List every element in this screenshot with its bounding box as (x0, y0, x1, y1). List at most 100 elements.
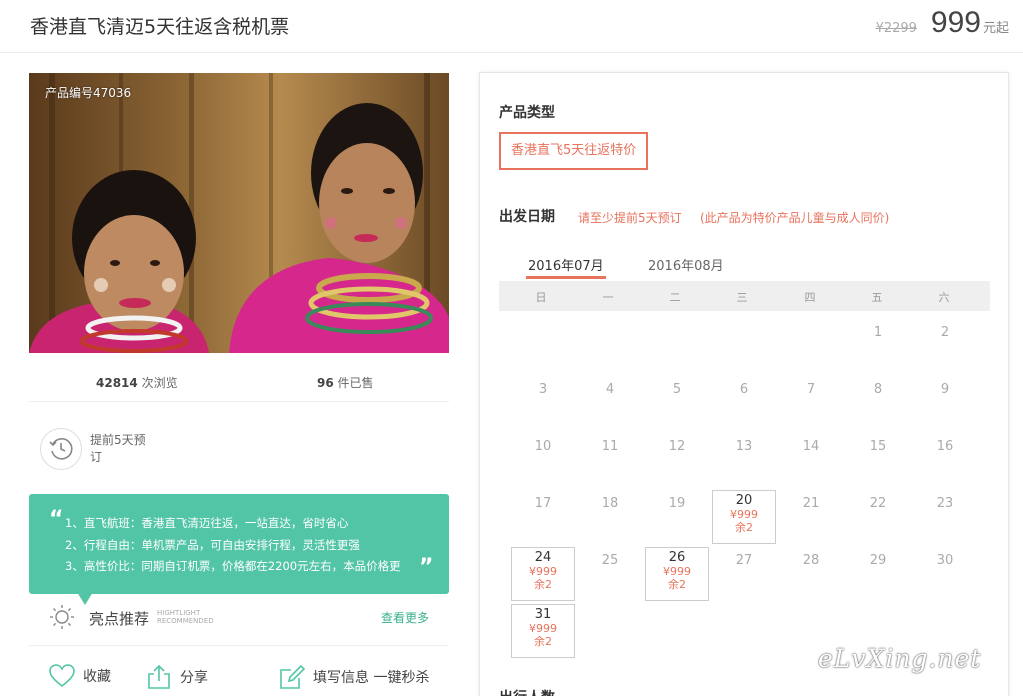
product-stats: 42814 次浏览 96 件已售 (29, 366, 449, 402)
recommend-title: 亮点推荐 (89, 610, 150, 628)
recommend-en-line1: HIGHTLIGHT (157, 609, 201, 617)
share-button[interactable]: 分享 (146, 664, 208, 690)
price-block: ¥2299 999 元起 (876, 6, 1009, 40)
calendar-day: 27 (712, 547, 776, 601)
day-number: 10 (534, 439, 552, 454)
share-icon (148, 664, 170, 689)
product-type-option-selected[interactable]: 香港直飞5天往返特价 (499, 132, 649, 170)
calendar-day: 18 (578, 490, 642, 544)
day-number: 7 (806, 382, 816, 397)
calendar-day-available[interactable]: 31 ¥999 余2 (511, 604, 575, 658)
recommend-en-label: HIGHTLIGHT RECOMMENDED (157, 609, 214, 625)
favorite-label: 收藏 (83, 669, 111, 685)
date-tip-price: (此产品为特价产品儿童与成人同价) (700, 211, 890, 225)
day-number: 6 (739, 382, 749, 397)
tab-month-july[interactable]: 2016年07月 (528, 255, 604, 274)
sold-count-value: 96 (317, 376, 334, 390)
calendar-day: 17 (511, 490, 575, 544)
view-more-link[interactable]: 查看更多 (381, 609, 429, 626)
day-number: 21 (802, 496, 820, 511)
calendar-day: 21 (779, 490, 843, 544)
book-now-label: 填写信息 一键秒杀 (313, 670, 430, 686)
calendar-day: 4 (578, 376, 642, 430)
day-number: 18 (601, 496, 619, 511)
booking-panel: 产品类型 香港直飞5天往返特价 出发日期 请至少提前5天预订 (此产品为特价产品… (479, 72, 1009, 696)
calendar-day-available[interactable]: 26 ¥999 余2 (645, 547, 709, 601)
calendar-day: 12 (645, 433, 709, 487)
sold-count: 96 件已售 (317, 374, 374, 391)
day-price: ¥999 (663, 565, 691, 578)
day-number: 28 (802, 553, 820, 568)
tab-month-august[interactable]: 2016年08月 (648, 255, 724, 274)
original-price: ¥2299 (875, 21, 917, 36)
day-number: 16 (936, 439, 954, 454)
calendar-day: 10 (511, 433, 575, 487)
calendar-day-available[interactable]: 24 ¥999 余2 (511, 547, 575, 601)
weekday-label: 二 (669, 291, 681, 304)
heart-icon (49, 664, 75, 688)
day-number: 23 (936, 496, 954, 511)
clock-history-icon (40, 428, 82, 470)
edit-form-icon (280, 664, 305, 689)
day-number: 13 (735, 439, 753, 454)
calendar-day: 28 (779, 547, 843, 601)
calendar-day: 11 (578, 433, 642, 487)
highlight-line-2: 2、行程自由：单机票产品，可自由安排行程，灵活性更强 (65, 538, 360, 552)
calendar-day: 14 (779, 433, 843, 487)
highlights-box: “ 1、直飞航班：香港直飞清迈往返，一站直达，省时省心 2、行程自由：单机票产品… (29, 494, 449, 605)
active-month-indicator (526, 276, 606, 279)
day-number: 1 (873, 325, 883, 340)
travelers-label: 出行人数 (499, 687, 555, 696)
calendar-day: 25 (578, 547, 642, 601)
calendar-day: 13 (712, 433, 776, 487)
highlight-line-1: 1、直飞航班：香港直飞清迈往返，一站直达，省时省心 (65, 516, 349, 530)
day-number: 5 (672, 382, 682, 397)
calendar-day: 23 (913, 490, 977, 544)
weekday-label: 五 (871, 291, 883, 304)
highlight-line-3: 3、高性价比：同期自订机票，价格都在2200元左右，本品价格更 (65, 559, 401, 573)
photo-illustration (29, 73, 449, 353)
day-number: 12 (668, 439, 686, 454)
day-remaining: 余2 (534, 635, 552, 648)
day-number: 24 (534, 550, 552, 565)
weekday-label: 三 (736, 291, 748, 304)
calendar-day-available[interactable]: 20 ¥999 余2 (712, 490, 776, 544)
day-remaining: 余2 (735, 521, 753, 534)
calendar-day: 15 (846, 433, 910, 487)
day-number: 11 (601, 439, 619, 454)
quote-open-icon: “ (49, 507, 64, 532)
day-price: ¥999 (529, 622, 557, 635)
quote-close-icon: ” (419, 555, 434, 580)
advance-booking-note: 提前5天预订 (40, 428, 154, 470)
advance-booking-text: 提前5天预订 (90, 433, 146, 464)
favorite-button[interactable]: 收藏 (49, 664, 111, 688)
product-number: 产品编号47036 (45, 86, 132, 100)
view-count-label: 次浏览 (137, 376, 178, 390)
calendar-day: 7 (779, 376, 843, 430)
calendar-day: 5 (645, 376, 709, 430)
calendar-day: 9 (913, 376, 977, 430)
book-now-button[interactable]: 填写信息 一键秒杀 (279, 664, 429, 690)
view-count-value: 42814 (96, 376, 138, 390)
day-number: 27 (735, 553, 753, 568)
current-price: 999 (930, 6, 981, 39)
calendar-day: 29 (846, 547, 910, 601)
calendar-day: 3 (511, 376, 575, 430)
calendar-day: 2 (913, 319, 977, 373)
page-title: 香港直飞清迈5天往返含税机票 (30, 16, 290, 38)
day-number: 14 (802, 439, 820, 454)
product-type-label: 产品类型 (499, 105, 555, 121)
view-count: 42814 次浏览 (96, 374, 178, 391)
day-number: 15 (869, 439, 887, 454)
day-number: 9 (940, 382, 950, 397)
day-number: 25 (601, 553, 619, 568)
calendar-day: 8 (846, 376, 910, 430)
day-number: 22 (869, 496, 887, 511)
day-number: 20 (735, 493, 753, 508)
day-number: 3 (538, 382, 548, 397)
departure-date-label: 出发日期 (499, 209, 555, 225)
day-remaining: 余2 (668, 578, 686, 591)
calendar-day: 1 (846, 319, 910, 373)
day-number: 8 (873, 382, 883, 397)
day-number: 19 (668, 496, 686, 511)
